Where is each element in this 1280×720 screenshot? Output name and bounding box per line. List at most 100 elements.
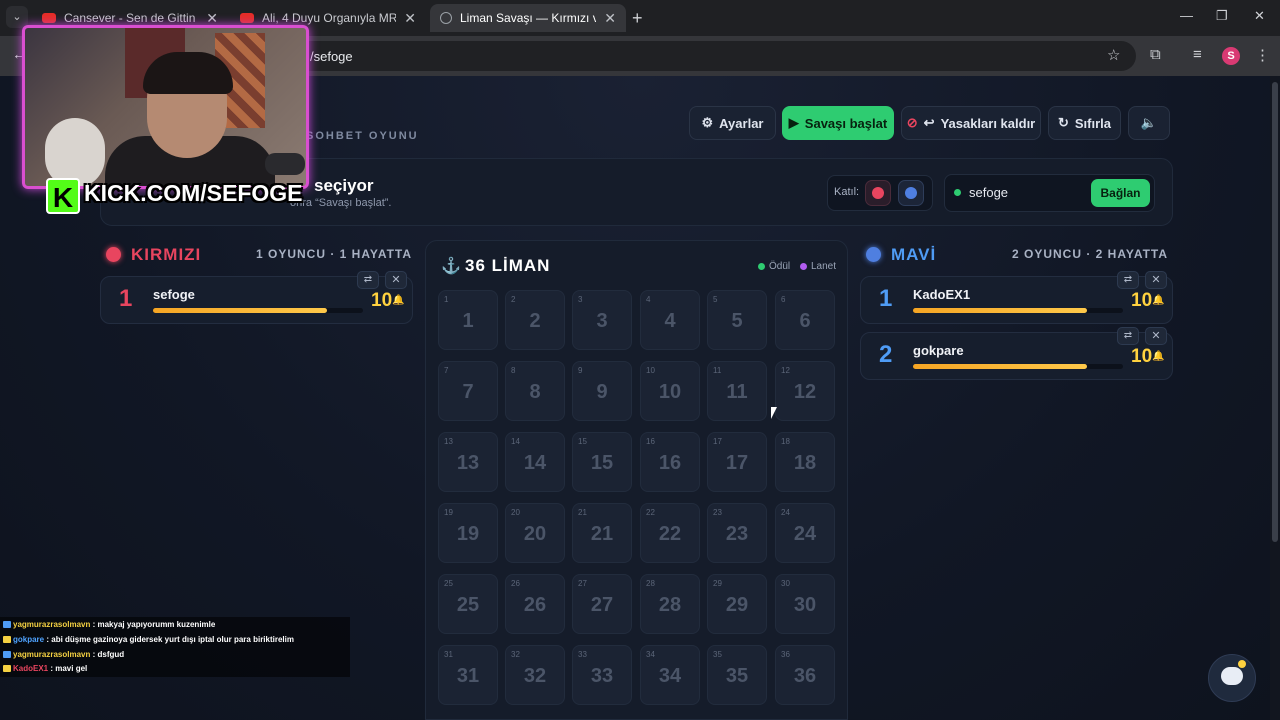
player-name: sefoge — [153, 287, 195, 302]
port-index: 16 — [646, 437, 655, 446]
port-cell[interactable]: 16 16 — [640, 432, 700, 492]
port-cell[interactable]: 14 14 — [505, 432, 565, 492]
scrollbar-thumb[interactable] — [1272, 82, 1278, 542]
board-title: 36 LİMAN — [465, 256, 551, 275]
port-cell[interactable]: 21 21 — [572, 503, 632, 563]
start-button-label: Savaşı başlat — [804, 115, 888, 131]
sound-button[interactable]: 🔈 — [1128, 106, 1170, 140]
port-cell[interactable]: 36 36 — [775, 645, 835, 705]
clear-bans-button[interactable]: ⊘ ↩ Yasakları kaldır — [901, 106, 1041, 140]
port-index: 3 — [578, 295, 583, 304]
start-battle-button[interactable]: ▶ Savaşı başlat — [782, 106, 894, 140]
port-cell[interactable]: 26 26 — [505, 574, 565, 634]
port-number: 21 — [590, 523, 614, 545]
settings-button[interactable]: ⚙ Ayarlar — [689, 106, 776, 140]
port-cell[interactable]: 12 12 — [775, 361, 835, 421]
port-cell[interactable]: 18 18 — [775, 432, 835, 492]
remove-player-icon[interactable]: ✕ — [1145, 327, 1167, 345]
extensions-icon[interactable]: ⧉ — [1150, 46, 1161, 63]
tab-label: Ali, 4 Duyu Organıyla MR Çekti — [262, 11, 397, 25]
address-url[interactable]: /sefoge — [310, 49, 353, 64]
chat-username: gokpare — [13, 635, 45, 644]
close-window-icon[interactable]: ✕ — [1254, 8, 1265, 24]
remove-player-icon[interactable]: ✕ — [385, 271, 407, 289]
tab-label: Cansever - Sen de Gittin (Official — [64, 11, 198, 25]
join-blue-button[interactable] — [898, 180, 924, 206]
port-index: 18 — [781, 437, 790, 446]
port-cell[interactable]: 34 34 — [640, 645, 700, 705]
no-entry-icon: ⊘ — [906, 115, 918, 130]
port-cell[interactable]: 30 30 — [775, 574, 835, 634]
join-red-button[interactable] — [865, 180, 891, 206]
reset-button[interactable]: ↻ Sıfırla — [1048, 106, 1121, 140]
chat-text: : dsfgud — [92, 650, 125, 659]
port-cell[interactable]: 99 — [572, 361, 632, 421]
restore-icon[interactable]: ❐ — [1216, 8, 1228, 24]
tab-liman-savasi[interactable]: Liman Savaşı — Kırmızı vs Mavi ✕ — [430, 4, 626, 32]
port-cell[interactable]: 24 24 — [775, 503, 835, 563]
menu-kebab-icon[interactable]: ⋮ — [1255, 46, 1270, 64]
status-subtitle: onra “Savaşı başlat”. — [290, 197, 392, 209]
player-health-fill — [913, 364, 1088, 369]
port-cell[interactable]: 28 28 — [640, 574, 700, 634]
player-card: 2 gokpare 10 🔔 ⇄ ✕ — [860, 327, 1173, 380]
port-cell[interactable]: 35 35 — [707, 645, 767, 705]
port-cell[interactable]: 33 — [572, 290, 632, 350]
port-cell[interactable]: 22 — [505, 290, 565, 350]
port-cell[interactable]: 11 11 — [707, 361, 767, 421]
port-cell[interactable]: 15 15 — [572, 432, 632, 492]
port-cell[interactable]: 55 — [707, 290, 767, 350]
port-index: 4 — [646, 295, 651, 304]
port-index: 28 — [646, 579, 655, 588]
port-number: 22 — [658, 523, 682, 545]
port-cell[interactable]: 44 — [640, 290, 700, 350]
profile-avatar[interactable]: S — [1222, 47, 1240, 65]
port-cell[interactable]: 88 — [505, 361, 565, 421]
port-index: 5 — [713, 295, 718, 304]
join-label: Katıl: — [834, 186, 860, 198]
close-icon[interactable]: ✕ — [404, 10, 416, 27]
port-cell[interactable]: 10 10 — [640, 361, 700, 421]
legend-curse-label: Lanet — [811, 261, 837, 272]
minimize-icon[interactable]: — — [1180, 8, 1193, 23]
port-cell[interactable]: 13 13 — [438, 432, 498, 492]
anchor-icon: ⚓ — [441, 258, 461, 275]
port-cell[interactable]: 11 — [438, 290, 498, 350]
port-cell[interactable]: 27 27 — [572, 574, 632, 634]
bookmark-star-icon[interactable]: ☆ — [1107, 46, 1120, 64]
close-icon[interactable]: ✕ — [604, 10, 616, 27]
channel-input[interactable]: sefoge — [969, 185, 1008, 200]
port-cell[interactable]: 33 33 — [572, 645, 632, 705]
port-cell[interactable]: 19 19 — [438, 503, 498, 563]
blue-team-count: 2 OYUNCU · 2 HAYATTA — [1012, 247, 1169, 261]
remove-player-icon[interactable]: ✕ — [1145, 271, 1167, 289]
port-cell[interactable]: 32 32 — [505, 645, 565, 705]
port-cell[interactable]: 66 — [775, 290, 835, 350]
new-tab-icon[interactable]: + — [632, 8, 643, 29]
swap-team-icon[interactable]: ⇄ — [357, 271, 379, 289]
port-cell[interactable]: 23 23 — [707, 503, 767, 563]
swap-team-icon[interactable]: ⇄ — [1117, 327, 1139, 345]
media-control-icon[interactable]: ≡ — [1193, 46, 1202, 63]
port-index: 36 — [781, 650, 790, 659]
swap-team-icon[interactable]: ⇄ — [1117, 271, 1139, 289]
refresh-icon: ↻ — [1057, 115, 1069, 130]
chat-username: KadoEX1 — [13, 664, 49, 673]
port-cell[interactable]: 77 — [438, 361, 498, 421]
port-number: 36 — [793, 665, 817, 687]
port-cell[interactable]: 20 20 — [505, 503, 565, 563]
port-cell[interactable]: 17 17 — [707, 432, 767, 492]
red-team-count: 1 OYUNCU · 1 HAYATTA — [256, 247, 413, 261]
speaker-icon: 🔈 — [1140, 115, 1158, 130]
port-cell[interactable]: 25 25 — [438, 574, 498, 634]
port-cell[interactable]: 31 31 — [438, 645, 498, 705]
port-index: 2 — [511, 295, 516, 304]
port-index: 15 — [578, 437, 587, 446]
youtube-icon — [240, 13, 254, 23]
chat-text: : makyaj yapıyorumm kuzenimle — [92, 620, 216, 629]
port-cell[interactable]: 22 22 — [640, 503, 700, 563]
port-index: 24 — [781, 508, 790, 517]
connect-button[interactable]: Bağlan — [1091, 179, 1150, 207]
close-icon[interactable]: ✕ — [206, 10, 218, 27]
port-cell[interactable]: 29 29 — [707, 574, 767, 634]
